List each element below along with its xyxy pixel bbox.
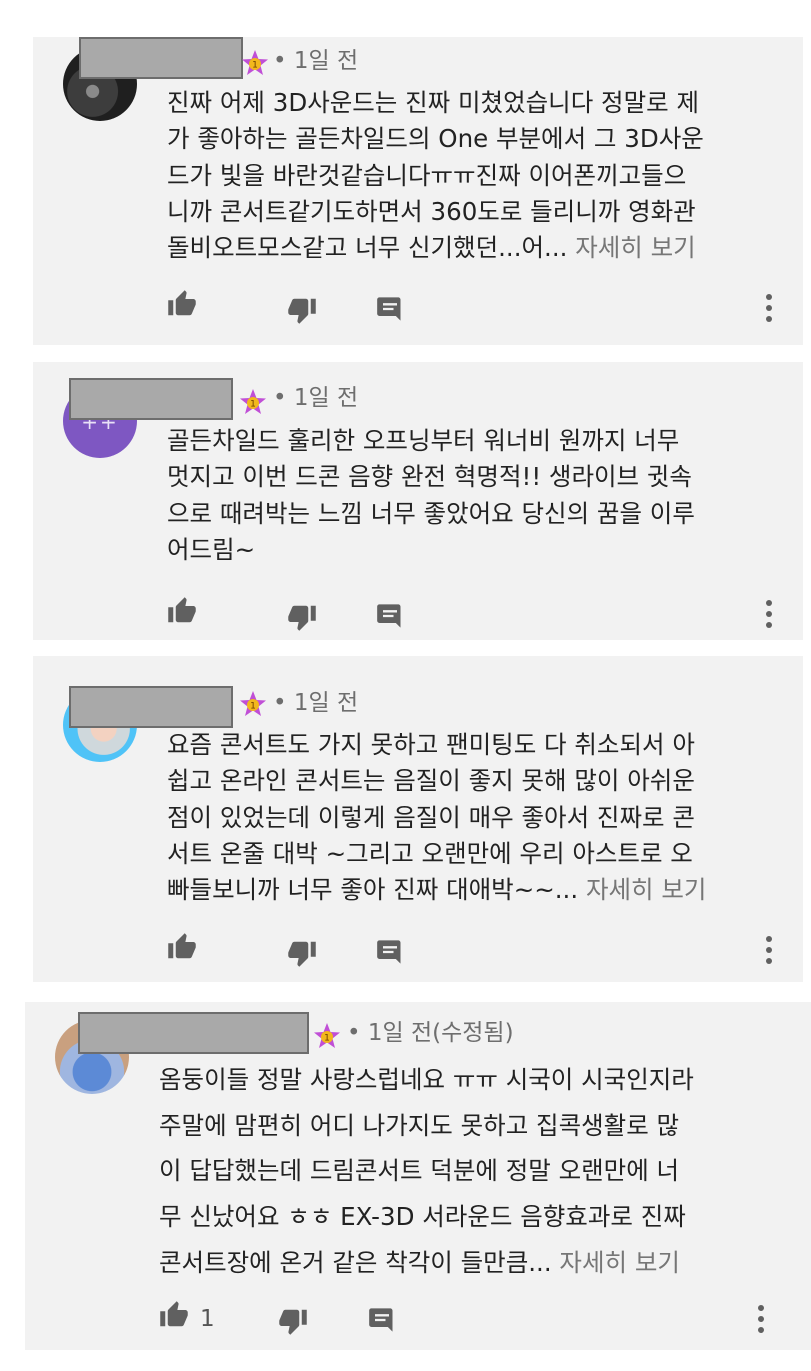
comment-text: 골든차일드 훌리한 오프닝부터 워너비 원까지 너무 멋지고 이번 드콘 음향 … <box>167 423 695 568</box>
thumb-up-icon[interactable] <box>167 289 197 319</box>
comment-line: 무 신났어요 ㅎㅎ EX-3D 서라운드 음향효과로 진짜 <box>159 1202 686 1232</box>
level-star-badge-icon: 1 <box>242 50 268 75</box>
more-vert-icon[interactable] <box>765 599 773 629</box>
comment-card: 1 • 1일 전(수정됨) 옴둥이들 정말 사랑스럽네요 ㅠㅠ 시국이 시국인지… <box>25 1002 811 1350</box>
comment-line: 빠들보니까 너무 좋아 진짜 대애박~~... <box>167 875 579 905</box>
comment-line: 드가 빛을 바란것같습니다ㅠㅠ진짜 이어폰끼고들으 <box>167 160 687 190</box>
thumb-down-icon[interactable] <box>287 602 317 632</box>
comment-line: 돌비오트모스같고 너무 신기했던...어... <box>167 233 568 263</box>
svg-text:1: 1 <box>324 1034 330 1044</box>
comment-line: 멋지고 이번 드콘 음향 완전 혁명적!! 생라이브 귓속 <box>167 462 692 492</box>
comment-line: 옴둥이들 정말 사랑스럽네요 ㅠㅠ 시국이 시국인지라 <box>159 1065 694 1094</box>
thumb-up-icon[interactable] <box>159 1300 189 1330</box>
read-more-link[interactable]: 자세히 보기 <box>559 1248 680 1277</box>
reply-comment-icon[interactable] <box>376 295 404 323</box>
comment-line: 어드림~ <box>167 534 256 564</box>
comment-line: 주말에 맘편히 어디 나가지도 못하고 집콕생활로 많 <box>159 1110 680 1140</box>
thumb-down-icon[interactable] <box>278 1306 308 1336</box>
read-more-link[interactable]: 자세히 보기 <box>586 875 707 904</box>
comment-line: 요즘 콘서트도 가지 못하고 팬미팅도 다 취소되서 아 <box>167 730 695 759</box>
read-more-link[interactable]: 자세히 보기 <box>575 233 696 262</box>
more-vert-icon[interactable] <box>757 1304 765 1334</box>
comment-card: ++ 1 • 1일 전 골든차일드 훌리한 오프닝부터 워너비 원까지 너무 멋… <box>33 362 803 640</box>
more-vert-icon[interactable] <box>765 935 773 965</box>
comment-line: 쉽고 온라인 콘서트는 음질이 좋지 못해 많이 아쉬운 <box>167 766 695 796</box>
thumb-up-icon[interactable] <box>167 596 197 626</box>
redacted-username[interactable] <box>69 686 233 728</box>
thumb-down-icon[interactable] <box>287 295 317 325</box>
svg-text:1: 1 <box>250 400 256 410</box>
comment-text: 옴둥이들 정말 사랑스럽네요 ㅠㅠ 시국이 시국인지라 주말에 맘편히 어디 나… <box>159 1057 694 1286</box>
redacted-username[interactable] <box>78 1012 309 1054</box>
redacted-username[interactable] <box>79 37 243 79</box>
comment-time: • 1일 전(수정됨) <box>347 1020 514 1046</box>
reply-comment-icon[interactable] <box>368 1306 396 1334</box>
comment-time: • 1일 전 <box>273 48 359 74</box>
like-count: 1 <box>200 1306 215 1332</box>
comment-line: 서트 온줄 대박 ~그리고 오랜만에 우리 아스트로 오 <box>167 838 693 868</box>
level-star-badge-icon: 1 <box>240 691 266 716</box>
comment-card: 1 • 1일 전 진짜 어제 3D사운드는 진짜 미쳤었습니다 정말로 제 가 … <box>33 37 803 345</box>
comment-text: 요즘 콘서트도 가지 못하고 팬미팅도 다 취소되서 아 쉽고 온라인 콘서트는… <box>167 727 706 908</box>
redacted-username[interactable] <box>69 378 233 420</box>
comment-line: 으로 때려박는 느낌 너무 좋았어요 당신의 꿈을 이루 <box>167 498 695 528</box>
comment-time: • 1일 전 <box>273 385 359 411</box>
comment-text: 진짜 어제 3D사운드는 진짜 미쳤었습니다 정말로 제 가 좋아하는 골든차일… <box>167 85 704 266</box>
reply-comment-icon[interactable] <box>376 602 404 630</box>
comment-line: 이 답답했는데 드림콘서트 덕분에 정말 오랜만에 너 <box>159 1156 680 1186</box>
comment-line: 가 좋아하는 골든차일드의 One 부분에서 그 3D사운 <box>167 124 704 154</box>
comment-line: 진짜 어제 3D사운드는 진짜 미쳤었습니다 정말로 제 <box>167 88 699 117</box>
level-star-badge-icon: 1 <box>314 1023 340 1048</box>
comment-line: 점이 있었는데 이렇게 음질이 매우 좋아서 진짜로 콘 <box>167 802 695 832</box>
svg-text:1: 1 <box>252 61 258 71</box>
svg-text:1: 1 <box>250 702 256 712</box>
comment-line: 니까 콘서트같기도하면서 360도로 들리니까 영화관 <box>167 196 696 226</box>
comment-line: 골든차일드 훌리한 오프닝부터 워너비 원까지 너무 <box>167 426 680 455</box>
comment-card: 1 • 1일 전 요즘 콘서트도 가지 못하고 팬미팅도 다 취소되서 아 쉽고… <box>33 656 803 982</box>
thumb-up-icon[interactable] <box>167 932 197 962</box>
thumb-down-icon[interactable] <box>287 938 317 968</box>
level-star-badge-icon: 1 <box>240 389 266 414</box>
more-vert-icon[interactable] <box>765 293 773 323</box>
reply-comment-icon[interactable] <box>376 938 404 966</box>
comment-line: 콘서트장에 온거 같은 착각이 들만큼... <box>159 1247 552 1277</box>
comment-time: • 1일 전 <box>273 690 359 716</box>
